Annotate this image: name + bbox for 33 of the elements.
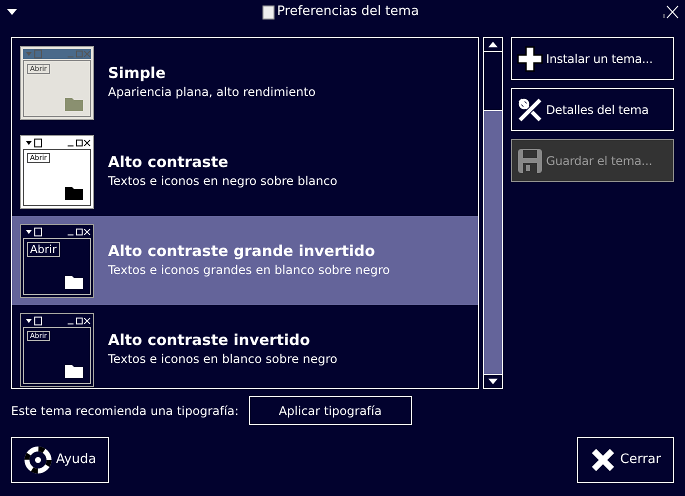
window-title: Preferencias del tema (277, 3, 419, 22)
theme-name: Alto contraste (108, 153, 230, 172)
window-controls-icon (23, 226, 91, 236)
close-icon (590, 447, 616, 473)
lifebuoy-icon (24, 446, 52, 474)
window-controls-icon (23, 138, 91, 148)
folder-icon (64, 274, 84, 290)
theme-description: Apariencia plana, alto rendimiento (108, 84, 316, 101)
folder-icon (64, 96, 84, 112)
close-icon[interactable] (663, 5, 679, 19)
apply-font-button[interactable]: Aplicar tipografía (248, 396, 412, 425)
tools-icon (516, 96, 544, 124)
window-menu-icon[interactable] (6, 8, 18, 16)
window-controls-icon (23, 316, 91, 326)
theme-description: Textos e iconos en blanco sobre negro (108, 350, 338, 368)
close-button[interactable]: Cerrar (577, 437, 674, 483)
theme-name: Simple (108, 64, 167, 83)
folder-icon (64, 362, 84, 378)
folder-icon (64, 184, 84, 200)
preview-open-button: Abrir (27, 242, 60, 258)
plus-icon (516, 44, 544, 72)
theme-description: Textos e iconos grandes en blanco sobre negro (108, 262, 390, 279)
action-button[interactable]: Detalles del tema (511, 88, 674, 131)
theme-description: Textos e iconos en negro sobre blanco (108, 172, 338, 190)
scrollbar[interactable] (483, 37, 503, 389)
document-icon (262, 4, 276, 20)
theme-name: Alto contraste invertido (108, 331, 312, 350)
action-button[interactable]: Instalar un tema... (511, 37, 674, 80)
font-hint: Este tema recomienda una tipografía: (11, 402, 239, 420)
theme-item[interactable]: Abrir Alto contraste grande invertido Textos e iconos grandes en blanco sobre negro (12, 216, 478, 305)
theme-name: Alto contraste grande invertido (108, 242, 376, 261)
help-button[interactable]: Ayuda (11, 437, 110, 483)
window-controls-icon (23, 48, 91, 58)
